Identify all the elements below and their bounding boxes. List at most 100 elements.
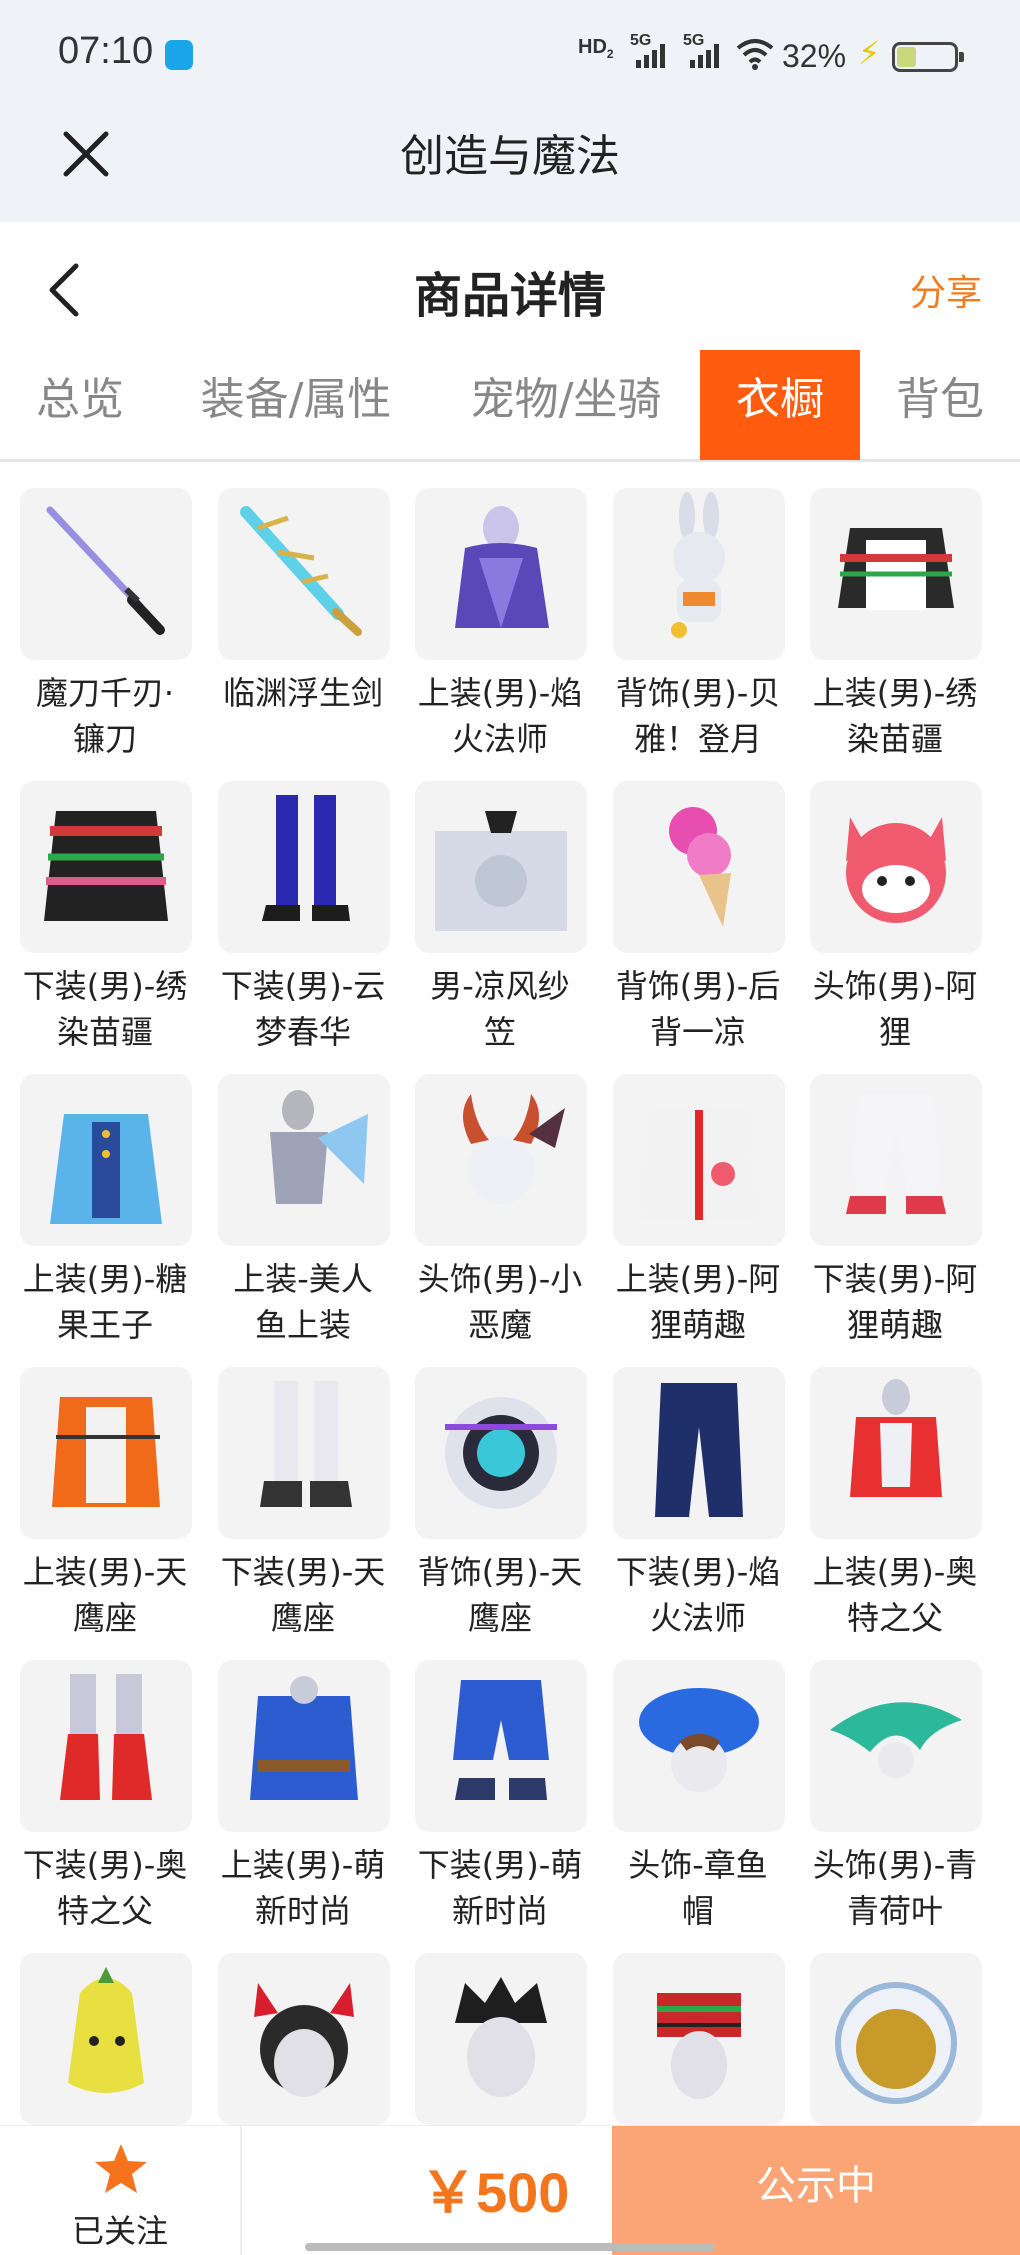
wardrobe-item[interactable]: 上装(男)-天 鹰座 — [20, 1367, 196, 1641]
wardrobe-item[interactable]: 背饰(男)-后 背一凉 — [613, 781, 789, 1055]
item-thumbnail — [810, 1367, 982, 1539]
item-name-line2: 雅！登月 — [633, 720, 762, 758]
item-name: 上装(男)-绣 染苗疆 — [800, 670, 990, 762]
wardrobe-item[interactable]: 头饰(男)-青 青荷叶 — [810, 1660, 986, 1934]
item-name: 头饰(男)-阿狸 — [800, 963, 990, 1055]
fox-mask-icon — [846, 817, 946, 923]
item-name: 下装(男)-云 梦春华 — [208, 963, 398, 1055]
item-thumbnail — [810, 1074, 982, 1246]
tab-pets[interactable]: 宠物/坐骑 — [456, 350, 676, 460]
webview-header: 创造与魔法 — [0, 110, 1020, 222]
item-name-line1: 男-凉风纱 — [430, 967, 570, 1005]
item-name-line2: 新时尚 — [451, 1892, 548, 1930]
wardrobe-item[interactable]: 下装(男)-奥 特之父 — [20, 1660, 196, 1934]
home-indicator — [305, 2243, 715, 2251]
wardrobe-item[interactable]: 下装(男)-焰 火法师 — [613, 1367, 789, 1641]
wardrobe-item[interactable]: 上装(男)-糖 果王子 — [20, 1074, 196, 1348]
veil-hat-icon — [435, 811, 567, 931]
wardrobe-item[interactable]: 上装(男)-阿 狸萌趣 — [613, 1074, 789, 1348]
item-thumbnail — [415, 1367, 587, 1539]
item-thumbnail — [810, 1660, 982, 1832]
wardrobe-item[interactable]: 男-凉风纱笠 — [415, 781, 591, 1055]
share-button[interactable]: 分享 — [910, 264, 982, 316]
wardrobe-item[interactable]: 上装(男)-萌 新时尚 — [218, 1660, 394, 1934]
item-name: 男-凉风纱笠 — [405, 963, 595, 1055]
follow-button[interactable]: 已关注 — [0, 2126, 242, 2255]
charging-icon: ⚡ — [858, 34, 881, 72]
wardrobe-item[interactable]: 头饰(男)-小 恶魔 — [415, 1074, 591, 1348]
wardrobe-item[interactable]: 魔刀千刃· 镰刀 — [20, 488, 196, 762]
wardrobe-item[interactable]: 头饰(男)-阿狸 — [810, 781, 986, 1055]
item-thumbnail — [20, 1074, 192, 1246]
hawk-backpack-icon — [445, 1397, 557, 1509]
item-name-line1: 头饰(男)-小 — [417, 1260, 583, 1298]
item-thumbnail — [20, 781, 192, 953]
item-name-line1: 下装(男)-奥 — [22, 1846, 188, 1884]
item-name-line2: 背一凉 — [649, 1013, 746, 1051]
item-name-line2: 鹰座 — [270, 1599, 335, 1637]
item-name-line2: 恶魔 — [467, 1306, 532, 1344]
item-name-line1: 头饰(男)-青 — [812, 1846, 978, 1884]
follow-label: 已关注 — [71, 2212, 168, 2250]
wardrobe-item[interactable]: 上装(男)-奥 特之父 — [810, 1367, 986, 1641]
item-name: 魔刀千刃· 镰刀 — [10, 670, 200, 762]
item-name: 下装(男)-萌 新时尚 — [405, 1842, 595, 1934]
astronaut-helmet-icon — [835, 1982, 957, 2104]
wardrobe-item[interactable]: 下装(男)-绣 染苗疆 — [20, 781, 196, 1055]
item-thumbnail — [20, 1660, 192, 1832]
item-name: 上装-美人 鱼上装 — [208, 1256, 398, 1348]
item-thumbnail — [218, 1367, 390, 1539]
item-name-line1: 下装(男)-焰 — [615, 1553, 781, 1591]
tab-wardrobe[interactable]: 衣橱 — [700, 350, 860, 460]
page-header: 商品详情 分享 — [0, 222, 1020, 352]
item-thumbnail — [20, 1953, 192, 2125]
wardrobe-item[interactable]: 上装-美人 鱼上装 — [218, 1074, 394, 1348]
wardrobe-item[interactable]: 下装(男)-天 鹰座 — [218, 1367, 394, 1641]
item-name: 头饰-章鱼帽 — [603, 1842, 793, 1934]
item-name-line2: 果王子 — [56, 1306, 153, 1344]
item-name-line2: 狸 — [878, 1013, 911, 1051]
embroidered-top-icon — [838, 528, 954, 610]
fox-hoodie-icon — [641, 1110, 757, 1220]
item-name-line2: 狸萌趣 — [649, 1306, 746, 1344]
wardrobe-item[interactable]: 上装(男)-焰 火法师 — [415, 488, 591, 762]
item-thumbnail — [415, 781, 587, 953]
wardrobe-item[interactable]: 临渊浮生剑 — [218, 488, 394, 716]
item-name-line1: 头饰-章鱼 — [628, 1846, 768, 1884]
ultra-top-icon — [850, 1379, 942, 1497]
item-thumbnail — [20, 488, 192, 660]
wardrobe-item[interactable]: 背饰(男)-贝 雅！登月 — [613, 488, 789, 762]
spiky-hair-icon — [455, 1977, 547, 2097]
wardrobe-item[interactable] — [218, 1953, 394, 2125]
item-name-line2: 狸萌趣 — [846, 1306, 943, 1344]
item-name-line2: 染苗疆 — [56, 1013, 153, 1051]
item-thumbnail — [810, 1953, 982, 2125]
item-name: 头饰(男)-小 恶魔 — [405, 1256, 595, 1348]
item-name-line1: 上装(男)-糖 — [22, 1260, 188, 1298]
price: ￥500 — [420, 2161, 570, 2224]
wardrobe-item[interactable] — [415, 1953, 591, 2125]
item-thumbnail — [810, 488, 982, 660]
tab-equipment[interactable]: 装备/属性 — [186, 350, 406, 460]
item-name: 上装(男)-萌 新时尚 — [208, 1842, 398, 1934]
tab-backpack[interactable]: 背包 — [880, 350, 1000, 460]
wardrobe-item[interactable] — [20, 1953, 196, 2125]
rabbit-astronaut-icon — [671, 492, 725, 638]
wardrobe-item[interactable]: 头饰-章鱼帽 — [613, 1660, 789, 1934]
item-name-line1: 背饰(男)-后 — [615, 967, 781, 1005]
wardrobe-item[interactable]: 上装(男)-绣 染苗疆 — [810, 488, 986, 762]
wardrobe-item[interactable]: 下装(男)-萌 新时尚 — [415, 1660, 591, 1934]
tab-overview[interactable]: 总览 — [20, 350, 140, 460]
item-name: 背饰(男)-后 背一凉 — [603, 963, 793, 1055]
public-status-button[interactable]: 公示中 — [612, 2126, 1020, 2255]
wardrobe-item[interactable] — [810, 1953, 986, 2125]
wardrobe-item[interactable]: 下装(男)-云 梦春华 — [218, 781, 394, 1055]
embroidered-hat-icon — [657, 1993, 741, 2099]
item-name-line2: 青荷叶 — [846, 1892, 943, 1930]
wardrobe-item[interactable]: 下装(男)-阿 狸萌趣 — [810, 1074, 986, 1348]
item-name-line2: 鹰座 — [72, 1599, 137, 1637]
blue-robe-icon — [250, 1676, 358, 1800]
hawk-jacket-icon — [52, 1397, 160, 1507]
wardrobe-item[interactable]: 背饰(男)-天 鹰座 — [415, 1367, 591, 1641]
wardrobe-item[interactable] — [613, 1953, 789, 2125]
